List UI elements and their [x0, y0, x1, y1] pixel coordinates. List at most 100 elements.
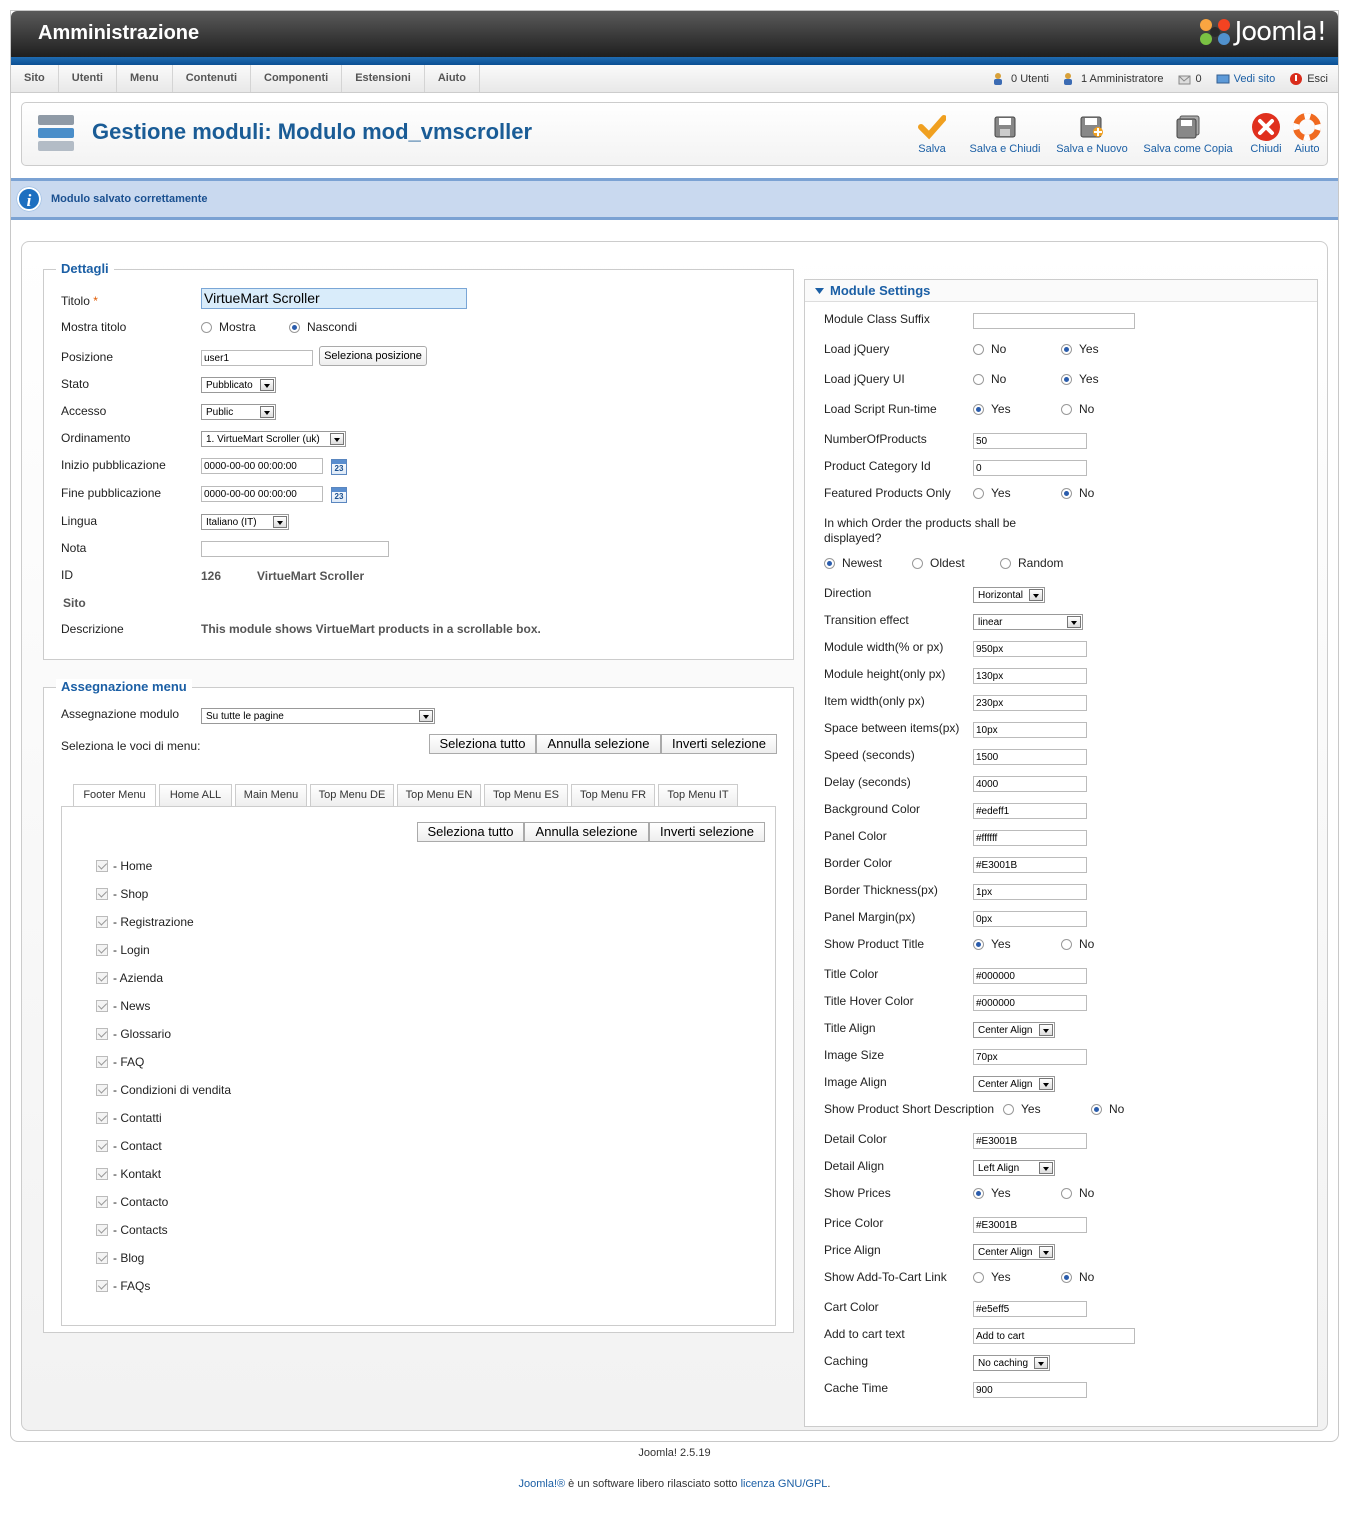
checkbox-icon[interactable] — [96, 1084, 108, 1096]
border-color-input[interactable]: #E3001B — [973, 857, 1087, 873]
language-select[interactable]: Italiano (IT) — [201, 514, 289, 530]
menu-item-checkbox[interactable]: - FAQ — [96, 1055, 144, 1069]
module-height-input[interactable]: 130px — [973, 668, 1087, 684]
menu-componenti[interactable]: Componenti — [251, 65, 343, 92]
menu-item-checkbox[interactable]: - Contact — [96, 1139, 162, 1153]
show-prices-second-radio[interactable]: No — [1061, 1186, 1094, 1200]
speed-input[interactable]: 1500 — [973, 749, 1087, 765]
cart-color-input[interactable]: #e5eff5 — [973, 1301, 1087, 1317]
load-script-first-radio[interactable]: Yes — [973, 402, 1011, 416]
show-prices-first-radio[interactable]: Yes — [973, 1186, 1011, 1200]
showtitle-hide-radio[interactable]: Nascondi — [289, 320, 357, 334]
bg-color-input[interactable]: #edeff1 — [973, 803, 1087, 819]
checkbox-icon[interactable] — [96, 944, 108, 956]
price-align-select[interactable]: Center Align — [973, 1244, 1055, 1260]
border-thickness-input[interactable]: 1px — [973, 884, 1087, 900]
note-input[interactable] — [201, 541, 389, 557]
module-width-input[interactable]: 950px — [973, 641, 1087, 657]
save-new-button[interactable]: Salva e Nuovo — [1053, 111, 1131, 155]
save-button[interactable]: Salva — [917, 111, 947, 155]
menu-item-checkbox[interactable]: - News — [96, 999, 150, 1013]
joomla-link[interactable]: Joomla!® — [519, 1478, 566, 1490]
direction-select[interactable]: Horizontal — [973, 587, 1045, 603]
cache-time-input[interactable]: 900 — [973, 1382, 1087, 1398]
checkbox-icon[interactable] — [96, 1140, 108, 1152]
select-position-button[interactable]: Seleziona posizione — [319, 346, 427, 366]
detail-align-select[interactable]: Left Align — [973, 1160, 1055, 1176]
calendar-icon[interactable]: 23 — [331, 459, 347, 475]
space-input[interactable]: 10px — [973, 722, 1087, 738]
view-site-link[interactable]: Vedi sito — [1216, 73, 1275, 85]
invert-button[interactable]: Inverti selezione — [661, 734, 777, 754]
checkbox-icon[interactable] — [96, 1028, 108, 1040]
show-desc-second-radio[interactable]: No — [1091, 1102, 1124, 1116]
save-copy-button[interactable]: Salva come Copia — [1140, 111, 1236, 155]
load-jquery-ui-first-radio[interactable]: No — [973, 372, 1006, 386]
checkbox-icon[interactable] — [96, 1056, 108, 1068]
order-random-radio[interactable]: Random — [1000, 556, 1063, 570]
class-suffix-input[interactable] — [973, 313, 1135, 329]
menu-item-checkbox[interactable]: - Blog — [96, 1251, 144, 1265]
featured-first-radio[interactable]: Yes — [973, 486, 1011, 500]
panel-invert-button[interactable]: Inverti selezione — [649, 822, 765, 842]
delay-input[interactable]: 4000 — [973, 776, 1087, 792]
checkbox-icon[interactable] — [96, 1168, 108, 1180]
title-align-select[interactable]: Center Align — [973, 1022, 1055, 1038]
menu-item-checkbox[interactable]: - Glossario — [96, 1027, 171, 1041]
publish-up-input[interactable]: 0000-00-00 00:00:00 — [201, 458, 323, 474]
checkbox-icon[interactable] — [96, 1252, 108, 1264]
select-all-button[interactable]: Seleziona tutto — [429, 734, 536, 754]
image-align-select[interactable]: Center Align — [973, 1076, 1055, 1092]
tab-top-menu-it[interactable]: Top Menu IT — [658, 784, 738, 806]
calendar-icon[interactable]: 23 — [331, 487, 347, 503]
menu-item-checkbox[interactable]: - Contacts — [96, 1223, 168, 1237]
close-button[interactable]: Chiudi — [1243, 111, 1289, 155]
cart-text-input[interactable]: Add to cart — [973, 1328, 1135, 1344]
load-script-second-radio[interactable]: No — [1061, 402, 1094, 416]
menu-item-checkbox[interactable]: - Contacto — [96, 1195, 168, 1209]
tab-top-menu-fr[interactable]: Top Menu FR — [571, 784, 655, 806]
load-jquery-second-radio[interactable]: Yes — [1061, 342, 1099, 356]
checkbox-icon[interactable] — [96, 1224, 108, 1236]
logout-link[interactable]: Esci — [1289, 72, 1328, 86]
checkbox-icon[interactable] — [96, 1000, 108, 1012]
access-select[interactable]: Public — [201, 404, 276, 420]
menu-item-checkbox[interactable]: - Contatti — [96, 1111, 162, 1125]
help-button[interactable]: Aiuto — [1292, 111, 1322, 155]
menu-menu[interactable]: Menu — [117, 65, 173, 92]
publish-down-input[interactable]: 0000-00-00 00:00:00 — [201, 486, 323, 502]
save-close-button[interactable]: Salva e Chiudi — [967, 111, 1043, 155]
num-products-input[interactable]: 50 — [973, 433, 1087, 449]
transition-select[interactable]: linear — [973, 614, 1083, 630]
deselect-button[interactable]: Annulla selezione — [536, 734, 661, 754]
checkbox-icon[interactable] — [96, 1196, 108, 1208]
checkbox-icon[interactable] — [96, 1280, 108, 1292]
order-newest-radio[interactable]: Newest — [824, 556, 882, 570]
menu-item-checkbox[interactable]: - Home — [96, 859, 152, 873]
module-assignment-select[interactable]: Su tutte le pagine — [201, 708, 435, 724]
tab-footer-menu[interactable]: Footer Menu — [73, 784, 156, 807]
price-color-input[interactable]: #E3001B — [973, 1217, 1087, 1233]
checkbox-icon[interactable] — [96, 916, 108, 928]
status-messages[interactable]: 0 — [1178, 73, 1202, 85]
caching-select[interactable]: No caching — [973, 1355, 1050, 1371]
featured-second-radio[interactable]: No — [1061, 486, 1094, 500]
panel-deselect-button[interactable]: Annulla selezione — [524, 822, 649, 842]
menu-item-checkbox[interactable]: - Kontakt — [96, 1167, 161, 1181]
menu-item-checkbox[interactable]: - Login — [96, 943, 150, 957]
tab-top-menu-en[interactable]: Top Menu EN — [397, 784, 481, 806]
menu-utenti[interactable]: Utenti — [59, 65, 117, 92]
show-title-second-radio[interactable]: No — [1061, 937, 1094, 951]
module-settings-header[interactable]: Module Settings — [805, 280, 1317, 302]
tab-top-menu-es[interactable]: Top Menu ES — [484, 784, 568, 806]
showtitle-show-radio[interactable]: Mostra — [201, 320, 256, 334]
show-title-first-radio[interactable]: Yes — [973, 937, 1011, 951]
checkbox-icon[interactable] — [96, 1112, 108, 1124]
position-input[interactable]: user1 — [201, 350, 313, 366]
order-oldest-radio[interactable]: Oldest — [912, 556, 965, 570]
menu-aiuto[interactable]: Aiuto — [425, 65, 480, 92]
menu-estensioni[interactable]: Estensioni — [342, 65, 425, 92]
menu-sito[interactable]: Sito — [11, 65, 59, 92]
license-link[interactable]: licenza GNU/GPL — [741, 1478, 828, 1490]
panel-color-input[interactable]: #ffffff — [973, 830, 1087, 846]
